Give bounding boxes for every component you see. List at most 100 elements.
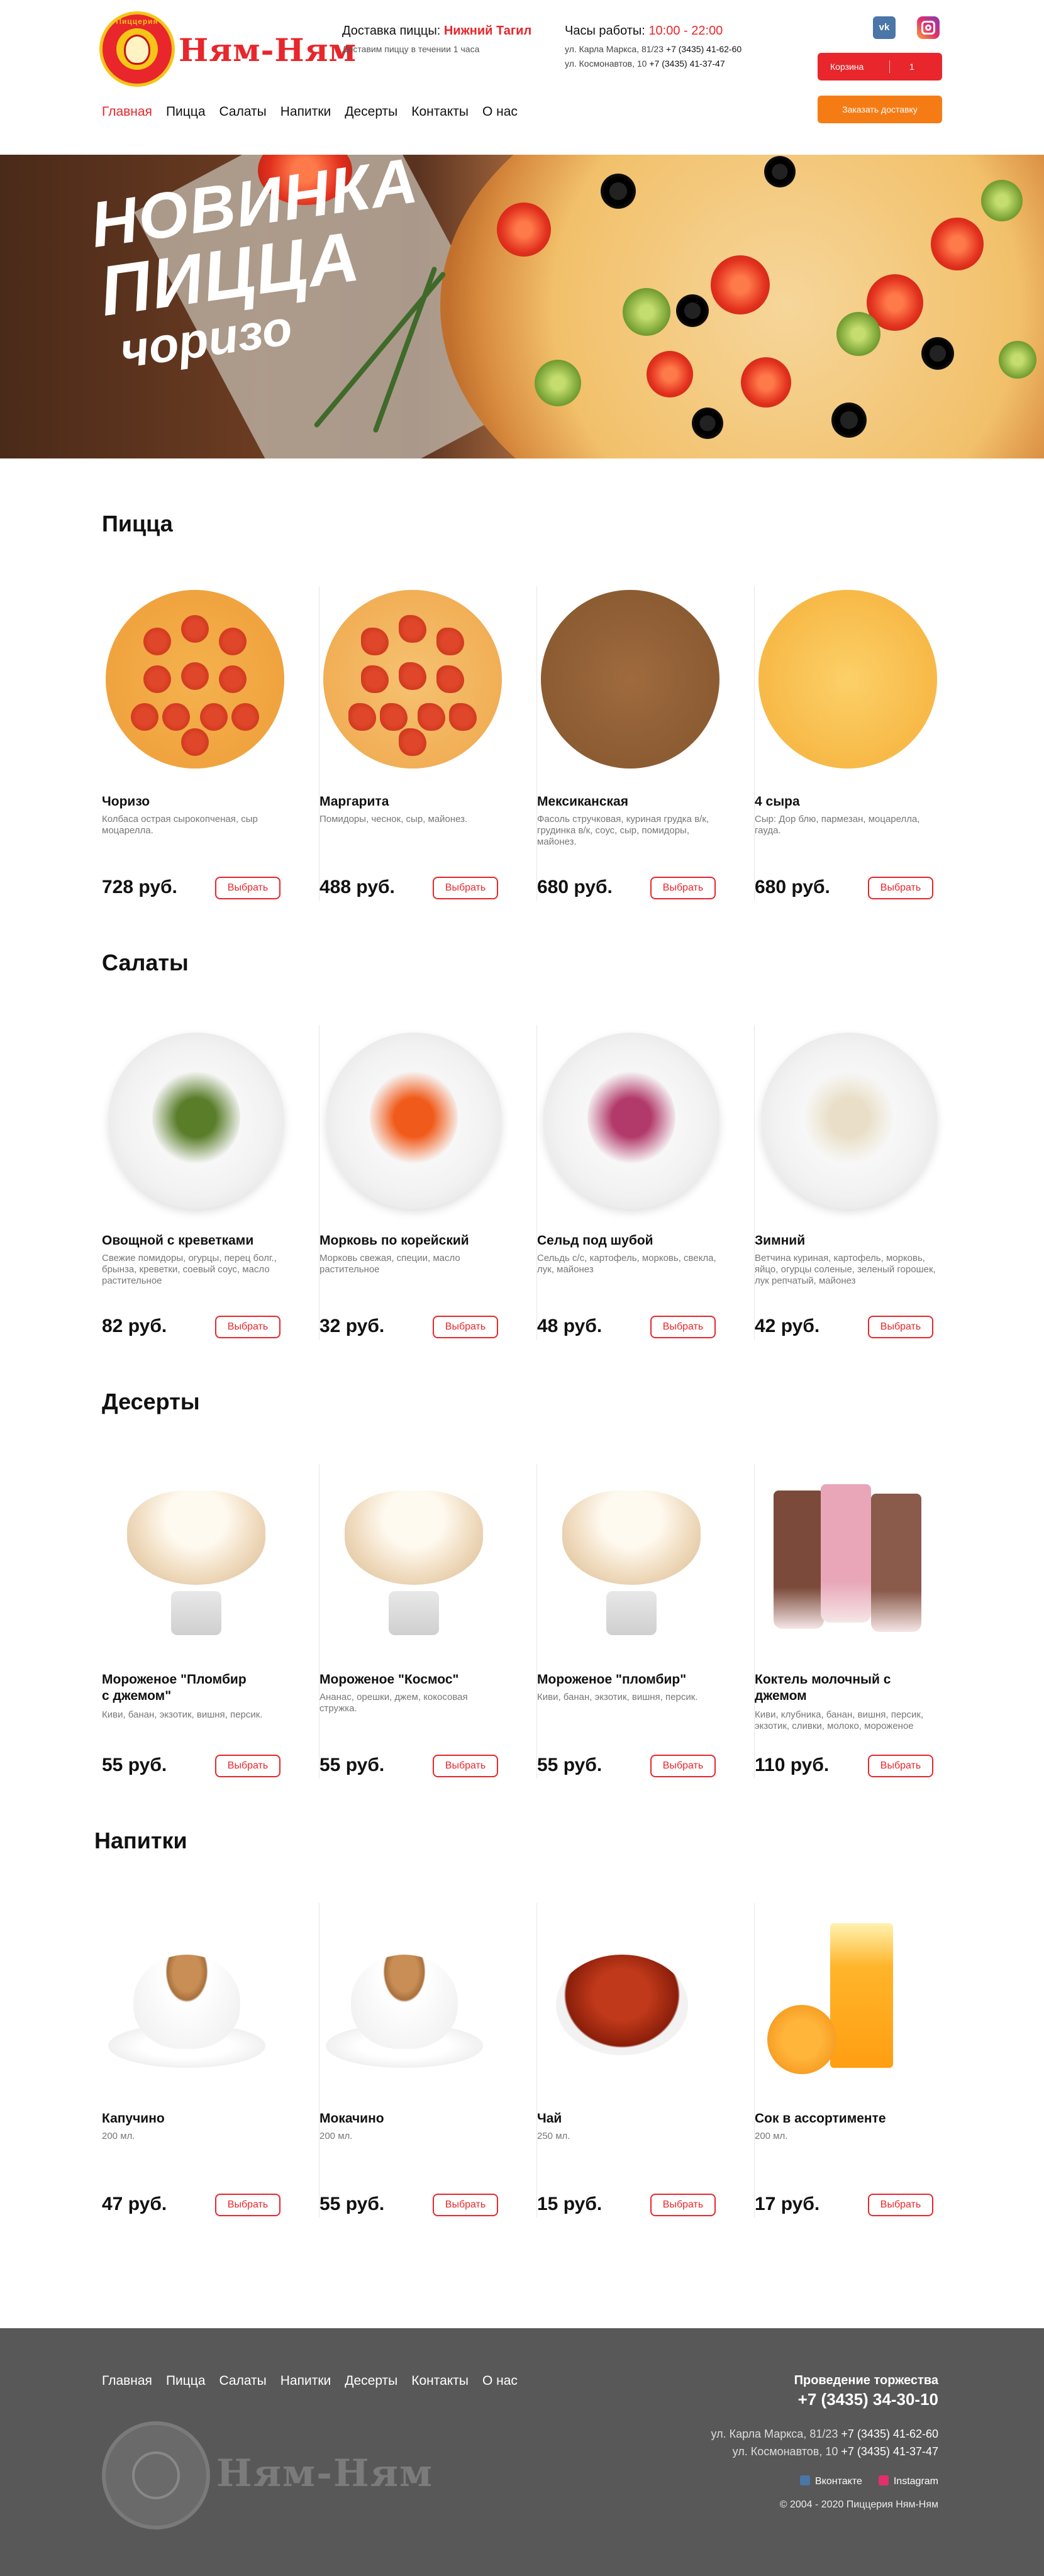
product-name[interactable]: Мексиканская (537, 794, 726, 810)
product-price: 15 руб. (537, 2194, 603, 2214)
product-description: Колбаса острая сырокопченая, сыр моцарел… (102, 814, 258, 836)
nav-item-desserts[interactable]: Десерты (345, 104, 397, 119)
product-name[interactable]: Зимний (755, 1233, 943, 1249)
topping-shape (143, 665, 171, 693)
topping-shape (436, 665, 464, 693)
product-description: 200 мл. (755, 2131, 788, 2141)
product-name[interactable]: Овощной с креветками (102, 1233, 291, 1249)
product-card: 4 сыра Сыр: Дор блю, пармезан, моцарелла,… (755, 586, 972, 901)
topping-shape (436, 628, 464, 655)
product-name[interactable]: Капучино (102, 2111, 291, 2127)
section-title: Салаты (102, 950, 189, 975)
footer-nav-salads[interactable]: Салаты (219, 2373, 267, 2389)
nav-item-pizza[interactable]: Пицца (166, 104, 206, 119)
address-text: ул. Космонавтов, 10 (732, 2445, 838, 2458)
footer-instagram-link[interactable]: Instagram (878, 2475, 938, 2487)
footer-nav-home[interactable]: Главная (102, 2373, 152, 2389)
vk-icon[interactable]: vk (873, 16, 896, 39)
section-title: Десерты (102, 1389, 200, 1414)
select-button[interactable]: Выбрать (650, 877, 716, 899)
product-card: Мороженое "Пломбир с джемом" Киви, банан,… (102, 1464, 319, 1779)
select-button[interactable]: Выбрать (433, 2194, 498, 2216)
topping-shape (380, 703, 408, 731)
topping-shape (399, 662, 426, 690)
product-card: Морковь по корейский Морковь свежая, спец… (319, 1025, 537, 1340)
product-name[interactable]: Коктель молочный с джемом (755, 1672, 906, 1704)
product-description: 250 мл. (537, 2131, 570, 2141)
product-description: Киви, банан, экзотик, вишня, персик. (537, 1692, 698, 1702)
product-name[interactable]: Мороженое "пломбир" (537, 1672, 726, 1688)
footer-nav-desserts[interactable]: Десерты (345, 2373, 397, 2389)
footer-nav-about[interactable]: О нас (482, 2373, 518, 2389)
select-button[interactable]: Выбрать (215, 1316, 280, 1338)
sprout-topping (623, 288, 670, 336)
milkshake-glass-shape (871, 1494, 921, 1632)
product-name[interactable]: Чай (537, 2111, 726, 2127)
order-delivery-button[interactable]: Заказать доставку (818, 96, 942, 123)
phone-link[interactable]: +7 (3435) 41-37-47 (649, 58, 725, 69)
salad-plate-image (543, 1033, 719, 1209)
product-card: Мокачино 200 мл. 55 руб. Выбрать (319, 1903, 537, 2218)
product-name[interactable]: Мороженое "Пломбир с джемом" (102, 1672, 253, 1704)
product-name[interactable]: Маргарита (319, 794, 508, 810)
footer-logo[interactable] (102, 2421, 210, 2529)
product-price: 110 руб. (755, 1755, 830, 1775)
olive-topping (692, 408, 723, 439)
product-description: Свежие помидоры, огурцы, перец болг., бр… (102, 1253, 277, 1286)
product-price: 680 руб. (537, 877, 613, 897)
footer-address-1: ул. Карла Маркса, 81/23 +7 (3435) 41-62-… (711, 2428, 939, 2441)
footer-vk-link[interactable]: Вконтакте (800, 2475, 862, 2487)
nav-item-drinks[interactable]: Напитки (280, 104, 331, 119)
nav-item-contacts[interactable]: Контакты (411, 104, 469, 119)
copyright: © 2004 - 2020 Пиццерия Ням-Ням (779, 2499, 938, 2510)
brand-name[interactable]: Ням-Ням (179, 31, 357, 69)
product-name[interactable]: Чоризо (102, 794, 291, 810)
nav-item-salads[interactable]: Салаты (219, 104, 267, 119)
dessert-bowl-image (127, 1491, 265, 1585)
instagram-icon[interactable] (917, 16, 940, 39)
product-card: Мороженое "Космос" Ананас, орешки, джем, … (319, 1464, 537, 1779)
select-button[interactable]: Выбрать (868, 1316, 933, 1338)
pizza-image (106, 590, 284, 769)
phone-link[interactable]: +7 (3435) 41-62-60 (666, 44, 741, 54)
select-button[interactable]: Выбрать (433, 1316, 498, 1338)
select-button[interactable]: Выбрать (215, 1755, 280, 1777)
coffee-cup-image (133, 1955, 240, 2049)
phone-link[interactable]: +7 (3435) 41-62-60 (841, 2428, 938, 2440)
sprout-topping (999, 341, 1036, 379)
footer-nav-pizza[interactable]: Пицца (166, 2373, 206, 2389)
nav-item-home[interactable]: Главная (102, 104, 152, 119)
product-name[interactable]: Сок в ассортименте (755, 2111, 943, 2127)
glass-stem-shape (389, 1591, 439, 1635)
footer-nav-contacts[interactable]: Контакты (411, 2373, 469, 2389)
event-phone[interactable]: +7 (3435) 34-30-10 (798, 2390, 938, 2409)
select-button[interactable]: Выбрать (868, 877, 933, 899)
select-button[interactable]: Выбрать (650, 1755, 716, 1777)
product-name[interactable]: Мороженое "Космос" (319, 1672, 508, 1688)
phone-link[interactable]: +7 (3435) 41-37-47 (841, 2445, 938, 2458)
product-card: Мексиканская Фасоль стручковая, куриная г… (537, 586, 755, 901)
cart-button[interactable]: Корзина 1 (818, 53, 942, 80)
nav-item-about[interactable]: О нас (482, 104, 518, 119)
product-name[interactable]: Морковь по корейский (319, 1233, 508, 1249)
product-price: 47 руб. (102, 2194, 167, 2214)
hero-banner[interactable]: НОВИНКА ПИЦЦА чоризо (0, 155, 1044, 458)
select-button[interactable]: Выбрать (650, 1316, 716, 1338)
logo[interactable]: Пиццерия (99, 11, 175, 87)
footer-nav-drinks[interactable]: Напитки (280, 2373, 331, 2389)
select-button[interactable]: Выбрать (650, 2194, 716, 2216)
select-button[interactable]: Выбрать (433, 877, 498, 899)
product-price: 680 руб. (755, 877, 830, 897)
product-name[interactable]: 4 сыра (755, 794, 943, 810)
topping-shape (162, 703, 190, 731)
salad-food-shape (370, 1070, 458, 1165)
product-name[interactable]: Мокачино (319, 2111, 508, 2127)
select-button[interactable]: Выбрать (433, 1755, 498, 1777)
select-button[interactable]: Выбрать (215, 2194, 280, 2216)
delivery-label: Доставка пиццы: (342, 24, 441, 38)
select-button[interactable]: Выбрать (868, 1755, 933, 1777)
sprout-topping (981, 180, 1023, 221)
select-button[interactable]: Выбрать (215, 877, 280, 899)
select-button[interactable]: Выбрать (868, 2194, 933, 2216)
product-name[interactable]: Сельд под шубой (537, 1233, 726, 1249)
